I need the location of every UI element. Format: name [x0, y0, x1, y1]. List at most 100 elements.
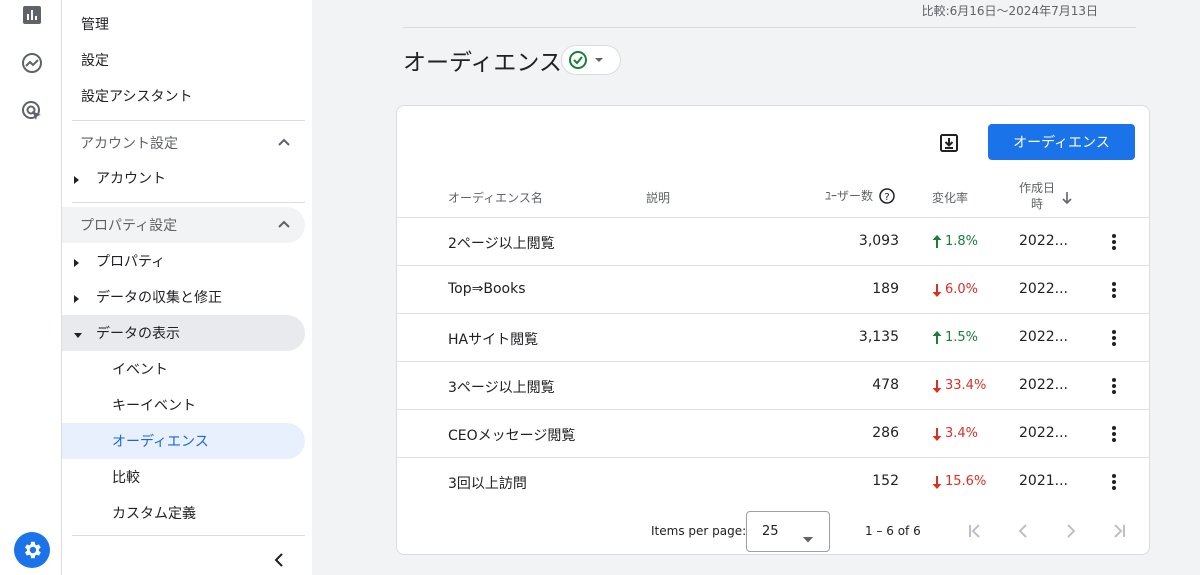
sidebar-divider [72, 202, 305, 203]
created-date: 2022... [1019, 329, 1068, 345]
arrow-up-icon [932, 330, 942, 344]
user-count: 478 [872, 377, 899, 393]
comparison-date-range: 比較:6月16日～2024年7月13日 [921, 4, 1098, 18]
more-vert-icon[interactable] [1106, 231, 1122, 253]
caret-down-icon [595, 58, 603, 62]
table-row[interactable]: 2ページ以上閲覧 3,093 1.8% 2022... [397, 217, 1149, 265]
sidebar-item-admin[interactable]: 管理 [81, 6, 109, 42]
user-count: 189 [872, 281, 899, 297]
more-vert-icon[interactable] [1106, 423, 1122, 445]
page-size-select[interactable]: 25 [746, 511, 830, 552]
sidebar-item-settings[interactable]: 設定 [81, 42, 109, 78]
created-date: 2021... [1019, 473, 1068, 489]
column-header-label: 時 [1031, 197, 1044, 211]
section-label: アカウント設定 [80, 136, 178, 152]
sidebar-item-comparisons[interactable]: 比較 [62, 459, 305, 495]
table-row[interactable]: Top⇒Books 189 6.0% 2022... [397, 265, 1149, 313]
audiences-card: オーディエンス オーディエンス名 説明 ﾕｰザー数 ? 変化率 作成日 時 2ペ… [396, 105, 1150, 555]
column-header-users[interactable]: ﾕｰザー数 ? [825, 187, 895, 204]
download-icon[interactable] [936, 130, 962, 156]
caret-right-icon [73, 173, 81, 189]
arrow-down-icon [932, 283, 942, 297]
change-rate: 1.8% [932, 234, 978, 249]
section-label: プロパティ設定 [80, 218, 178, 234]
sidebar-item-property[interactable]: プロパティ [62, 243, 305, 279]
audience-name: HAサイト閲覧 [448, 332, 539, 348]
header-divider [403, 27, 1136, 28]
caret-down-icon [73, 328, 83, 344]
help-icon: ? [879, 187, 895, 204]
change-rate: 33.4% [932, 378, 986, 393]
user-count: 3,135 [858, 329, 899, 345]
table-row[interactable]: 3回以上訪問 152 15.6% 2021... [397, 457, 1149, 505]
sidebar-item-events[interactable]: イベント [62, 351, 305, 387]
more-vert-icon[interactable] [1106, 327, 1122, 349]
change-rate: 15.6% [932, 474, 986, 489]
first-page-icon[interactable] [963, 518, 987, 544]
sidebar-item-audiences[interactable]: オーディエンス [62, 423, 305, 459]
sort-descending-icon[interactable] [1061, 190, 1073, 209]
change-rate: 3.4% [932, 426, 978, 441]
table-row[interactable]: HAサイト閲覧 3,135 1.5% 2022... [397, 313, 1149, 361]
caret-right-icon [73, 256, 81, 272]
caret-right-icon [73, 292, 81, 308]
sidebar-divider [72, 120, 305, 121]
sidebar-section-account-settings[interactable]: アカウント設定 [62, 125, 305, 161]
user-count: 286 [872, 425, 899, 441]
sidebar-section-property-settings[interactable]: プロパティ設定 [62, 207, 305, 243]
user-count: 152 [872, 473, 899, 489]
create-audience-button[interactable]: オーディエンス [988, 124, 1135, 160]
created-date: 2022... [1019, 281, 1068, 297]
sidebar-item-data-display[interactable]: データの表示 [62, 315, 305, 351]
user-count: 3,093 [858, 233, 899, 249]
advertising-icon[interactable] [18, 97, 46, 125]
status-dropdown[interactable] [561, 45, 621, 75]
audience-name: 3回以上訪問 [448, 476, 527, 492]
explore-icon[interactable] [18, 49, 46, 77]
audience-name: Top⇒Books [448, 281, 526, 297]
admin-sidebar: 管理 設定 設定アシスタント アカウント設定 アカウント プロパティ設定 プロパ… [62, 0, 312, 575]
sidebar-item-data-collection[interactable]: データの収集と修正 [62, 279, 305, 315]
column-header-description: 説明 [646, 191, 671, 205]
change-rate: 1.5% [932, 330, 978, 345]
items-per-page-label: Items per page: [651, 524, 747, 538]
settings-icon[interactable] [14, 532, 50, 568]
table-row[interactable]: 3ページ以上閲覧 478 33.4% 2022... [397, 361, 1149, 409]
pagination-range: 1 – 6 of 6 [865, 524, 921, 538]
svg-text:?: ? [884, 192, 889, 203]
sidebar-item-setup-assistant[interactable]: 設定アシスタント [81, 78, 192, 114]
reports-icon[interactable] [18, 1, 46, 29]
arrow-down-icon [932, 379, 942, 393]
sidebar-item-label: プロパティ [96, 254, 166, 270]
created-date: 2022... [1019, 377, 1068, 393]
last-page-icon[interactable] [1107, 518, 1131, 544]
created-date: 2022... [1019, 233, 1068, 249]
more-vert-icon[interactable] [1106, 375, 1122, 397]
page-title: オーディエンス [403, 50, 562, 76]
more-vert-icon[interactable] [1106, 279, 1122, 301]
sidebar-item-key-events[interactable]: キーイベント [62, 387, 305, 423]
column-header-name[interactable]: オーディエンス名 [448, 189, 543, 206]
column-header-created[interactable]: 作成日 時 [1019, 180, 1055, 212]
sidebar-item-label: アカウント [96, 171, 166, 187]
sidebar-item-custom-definitions[interactable]: カスタム定義 [62, 495, 305, 531]
more-vert-icon[interactable] [1106, 471, 1122, 493]
arrow-up-icon [932, 234, 942, 248]
table-row[interactable]: CEOメッセージ閲覧 286 3.4% 2022... [397, 409, 1149, 457]
column-header-label: ﾕｰザー数 [825, 189, 874, 203]
audience-name: 3ページ以上閲覧 [448, 380, 555, 396]
created-date: 2022... [1019, 425, 1068, 441]
check-circle-icon [569, 51, 587, 69]
collapse-sidebar-button[interactable] [267, 548, 291, 572]
chevron-left-icon [274, 553, 283, 567]
audience-name: 2ページ以上閲覧 [448, 236, 555, 252]
chevron-up-icon [277, 217, 291, 235]
sidebar-item-account[interactable]: アカウント [62, 160, 305, 196]
previous-page-icon[interactable] [1011, 518, 1035, 544]
audience-name: CEOメッセージ閲覧 [448, 428, 576, 444]
left-rail [0, 0, 62, 575]
next-page-icon[interactable] [1059, 518, 1083, 544]
sidebar-item-label: データの収集と修正 [96, 290, 222, 306]
arrow-down-icon [932, 475, 942, 489]
sidebar-item-label: データの表示 [96, 326, 180, 342]
